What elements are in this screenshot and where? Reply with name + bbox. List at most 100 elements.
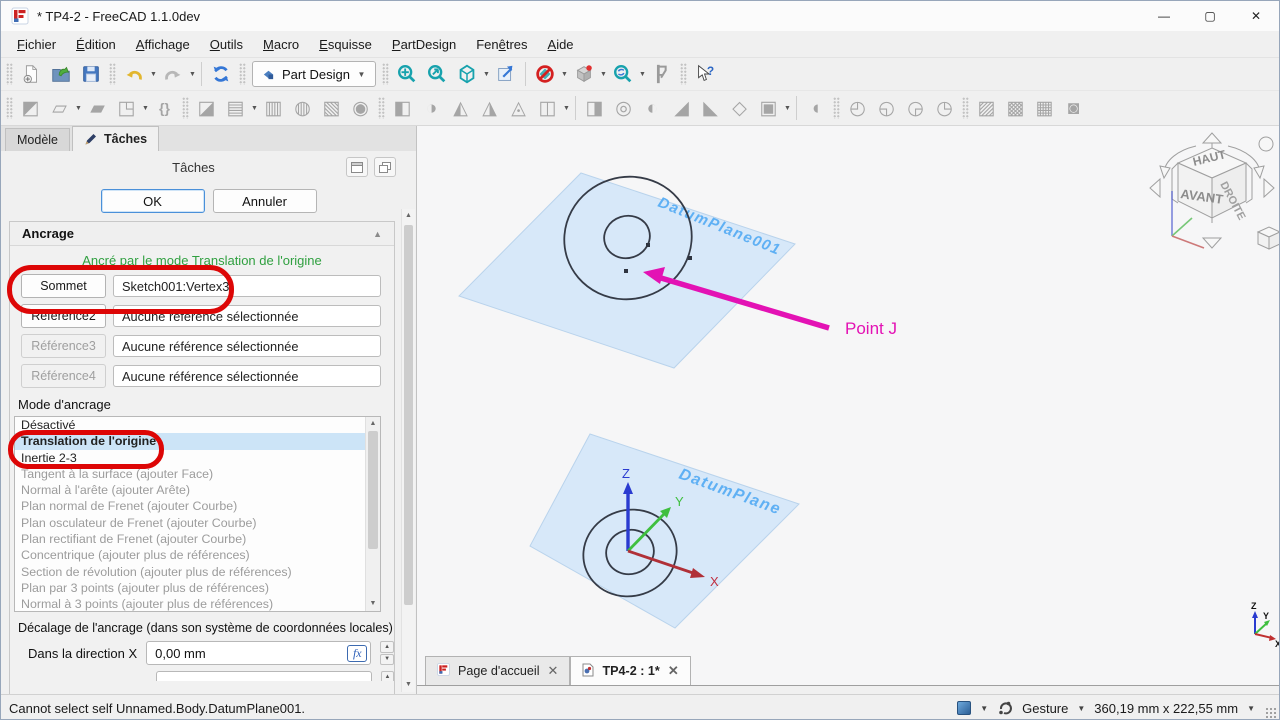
document-tab-2[interactable]: TP4-2 : 1*✕ xyxy=(570,656,690,685)
pocket-icon[interactable]: ◨ xyxy=(580,94,609,122)
mode-item[interactable]: Concentrique (ajouter plus de références… xyxy=(15,547,365,563)
close-tab-icon[interactable]: ✕ xyxy=(668,663,679,679)
open-document-icon[interactable] xyxy=(46,60,76,88)
document-tab-1[interactable]: Page d'accueil✕ xyxy=(425,656,570,685)
mode-item[interactable]: Section de révolution (ajouter plus de r… xyxy=(15,564,365,580)
chamfer-icon[interactable]: ◵ xyxy=(872,94,901,122)
direction-x-stepper[interactable]: ▲▼ xyxy=(380,641,394,665)
mode-item[interactable]: Normal à 3 points (ajouter plus de référ… xyxy=(15,596,365,612)
collapse-panel-icon[interactable] xyxy=(346,157,368,177)
menu-fenêtres[interactable]: Fenêtres xyxy=(466,34,537,55)
menu-affichage[interactable]: Affichage xyxy=(126,34,200,55)
refresh-icon[interactable] xyxy=(206,60,236,88)
collapse-arrow-icon[interactable]: ▲ xyxy=(373,229,382,239)
mode-item[interactable]: Plan par 3 points (ajouter plus de référ… xyxy=(15,580,365,596)
mode-item[interactable]: Normal à l'arête (ajouter Arête) xyxy=(15,482,365,498)
direction-x-field[interactable]: fx xyxy=(146,641,371,665)
create-sketch-icon[interactable]: ▱ xyxy=(45,94,74,122)
workbench-selector[interactable]: Part Design ▼ xyxy=(252,61,376,87)
sketch-vertex-point[interactable] xyxy=(624,269,628,273)
subtractive-helix-icon[interactable]: ◇ xyxy=(725,94,754,122)
sync-view-icon[interactable] xyxy=(491,60,521,88)
sketch-vertex-point[interactable] xyxy=(688,256,692,260)
nav-mode-dropdown-icon[interactable]: ▼ xyxy=(1077,704,1085,713)
tab-model[interactable]: Modèle xyxy=(5,128,70,151)
reference-button-4[interactable]: Référence4 xyxy=(21,364,106,388)
task-panel-scrollbar[interactable]: ▲ ▼ xyxy=(401,209,415,692)
mode-item[interactable]: Désactivé xyxy=(15,417,365,433)
3d-scene[interactable]: DatumPlane001 Point J DatumPlane xyxy=(417,126,1279,694)
toolbar-drag-handle[interactable] xyxy=(378,97,385,119)
reference-button-2[interactable]: Référence2 xyxy=(21,304,106,328)
direction-x-input[interactable] xyxy=(147,645,347,662)
clipping-dropdown-icon[interactable]: ▼ xyxy=(560,71,569,78)
reference-value-2[interactable]: Aucune référence sélectionnée xyxy=(113,305,381,327)
render-style-icon[interactable] xyxy=(957,701,971,715)
redo-dropdown-icon[interactable]: ▼ xyxy=(188,71,197,78)
reference-button-1[interactable]: Sommet xyxy=(21,274,106,298)
sketch-vertex-point[interactable] xyxy=(646,243,650,247)
mode-item[interactable]: Plan osculateur de Frenet (ajouter Courb… xyxy=(15,515,365,531)
thickness-icon[interactable]: ◷ xyxy=(930,94,959,122)
additive-primitive-icon[interactable]: ◫ xyxy=(533,94,562,122)
mode-item[interactable]: Plan rectifiant de Frenet (ajouter Courb… xyxy=(15,531,365,547)
axonometric-dropdown-icon[interactable]: ▼ xyxy=(482,71,491,78)
pad-icon[interactable]: ◧ xyxy=(388,94,417,122)
attachment-mode-list[interactable]: DésactivéTranslation de l'origineInertie… xyxy=(14,416,381,612)
menu-fichier[interactable]: Fichier xyxy=(7,34,66,55)
menu-aide[interactable]: Aide xyxy=(538,34,584,55)
create-sub-shapebinder-icon[interactable]: ▧ xyxy=(317,94,346,122)
attachment-section-header[interactable]: Ancrage ▲ xyxy=(10,222,394,246)
mode-item[interactable]: Plan normal de Frenet (ajouter Courbe) xyxy=(15,498,365,514)
mode-list-scrollbar[interactable]: ▲ ▼ xyxy=(365,417,380,611)
redo-icon[interactable] xyxy=(158,60,188,88)
texture-view-icon[interactable] xyxy=(569,60,599,88)
menu-esquisse[interactable]: Esquisse xyxy=(309,34,382,55)
reference-value-4[interactable]: Aucune référence sélectionnée xyxy=(113,365,381,387)
additive-helix-icon[interactable]: ◬ xyxy=(504,94,533,122)
subtractive-primitive-dropdown-icon[interactable]: ▼ xyxy=(783,105,792,112)
multitransform-icon[interactable]: ▦ xyxy=(1030,94,1059,122)
mode-item[interactable]: Tangent à la surface (ajouter Face) xyxy=(15,466,365,482)
scrollbar-thumb[interactable] xyxy=(368,431,378,549)
undo-dropdown-icon[interactable]: ▼ xyxy=(149,71,158,78)
subtractive-pipe-icon[interactable]: ◣ xyxy=(696,94,725,122)
menu-outils[interactable]: Outils xyxy=(200,34,253,55)
toolbar-drag-handle[interactable] xyxy=(680,63,687,85)
toolbar-drag-handle[interactable] xyxy=(962,97,969,119)
undo-icon[interactable] xyxy=(119,60,149,88)
polar-pattern-icon[interactable]: ▩ xyxy=(1001,94,1030,122)
fit-all-icon[interactable] xyxy=(392,60,422,88)
render-style-dropdown-icon[interactable]: ▼ xyxy=(980,704,988,713)
validate-sketch-icon[interactable]: ▥ xyxy=(259,94,288,122)
scrollbar-thumb[interactable] xyxy=(404,225,413,605)
scroll-down-icon[interactable]: ▼ xyxy=(402,678,415,692)
create-varset-icon[interactable]: {} xyxy=(150,94,179,122)
create-body-icon[interactable]: ◩ xyxy=(16,94,45,122)
create-group-icon[interactable]: ▰ xyxy=(83,94,112,122)
save-document-icon[interactable] xyxy=(76,60,106,88)
subtractive-loft-icon[interactable]: ◢ xyxy=(667,94,696,122)
revolution-icon[interactable]: ◑ xyxy=(417,94,446,122)
reference-value-3[interactable]: Aucune référence sélectionnée xyxy=(113,335,381,357)
fillet-icon[interactable]: ◴ xyxy=(843,94,872,122)
toolbar-drag-handle[interactable] xyxy=(833,97,840,119)
toolbar-drag-handle[interactable] xyxy=(382,63,389,85)
hole-icon[interactable]: ◎ xyxy=(609,94,638,122)
toolbar-drag-handle[interactable] xyxy=(6,63,13,85)
reference-value-1[interactable]: Sketch001:Vertex3 xyxy=(113,275,381,297)
create-link-dropdown-icon[interactable]: ▼ xyxy=(141,105,150,112)
new-document-icon[interactable] xyxy=(16,60,46,88)
scroll-down-icon[interactable]: ▼ xyxy=(366,597,380,611)
scroll-up-icon[interactable]: ▲ xyxy=(366,417,380,431)
dimensions-dropdown-icon[interactable]: ▼ xyxy=(1247,704,1255,713)
mode-item[interactable]: Inertie 2-3 xyxy=(15,450,365,466)
axonometric-view-icon[interactable] xyxy=(452,60,482,88)
toolbar-drag-handle[interactable] xyxy=(239,63,246,85)
minimize-button[interactable]: — xyxy=(1141,1,1187,31)
menu-partdesign[interactable]: PartDesign xyxy=(382,34,466,55)
create-shapebinder-icon[interactable]: ◍ xyxy=(288,94,317,122)
expression-fx-button[interactable]: fx xyxy=(347,645,367,662)
datum-plane[interactable] xyxy=(530,434,799,628)
tab-tasks[interactable]: Tâches xyxy=(72,126,159,151)
